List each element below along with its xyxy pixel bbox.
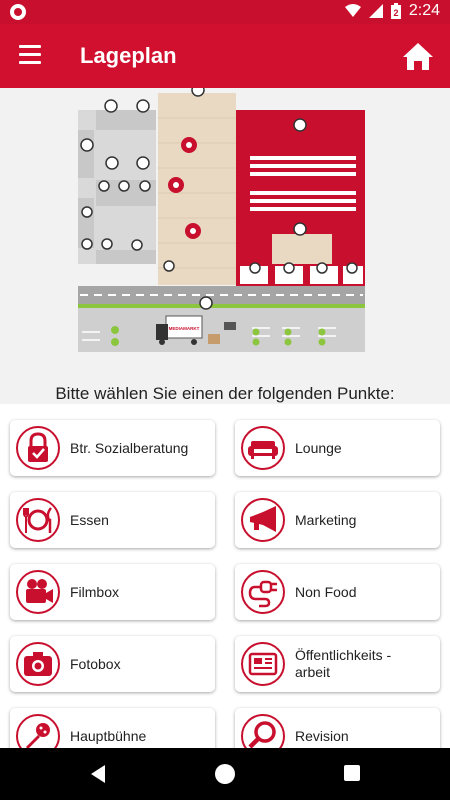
menu-icon[interactable] [19,45,41,65]
wifi-icon [344,4,361,17]
poi-hauptbuehne[interactable]: Hauptbühne [10,708,215,748]
poi-essen[interactable]: Essen [10,492,215,548]
status-bar: 2 2:24 [0,0,450,24]
truck-label: MEDIAMARKT [169,326,200,331]
poi-marketing[interactable]: Marketing [235,492,440,548]
poi-non-food[interactable]: Non Food [235,564,440,620]
poi-filmbox[interactable]: Filmbox [10,564,215,620]
battery-icon: 2 [390,3,401,19]
poi-label: Lounge [295,439,342,456]
poi-label: Marketing [295,511,357,528]
poi-revision[interactable]: Revision [235,708,440,748]
home-icon[interactable] [402,40,434,72]
status-icons: 2 2:24 [344,2,440,20]
poi-label: Hauptbühne [70,727,147,744]
cutlery-icon [16,498,60,542]
magnifier-icon [241,714,285,748]
stage [272,234,332,264]
poi-label: Btr. Sozialberatung [70,439,189,456]
poi-label: Non Food [295,583,357,600]
site-map-drawing: MEDIAMARKT [78,83,365,352]
photo-camera-icon [16,642,60,686]
crate-icon [208,334,220,344]
plug-icon [241,570,285,614]
recording-icon [10,4,26,20]
battery-level: 2 [393,8,398,18]
site-map: MEDIAMARKT [0,83,450,378]
selection-prompt: Bitte wählen Sie einen der folgenden Pun… [55,384,395,403]
newspaper-icon [241,642,285,686]
signal-icon [368,4,383,18]
poi-list: Btr. Sozialberatung Lounge Essen Marketi… [0,404,450,748]
poi-label: Fotobox [70,655,121,672]
app-bar: Lageplan [0,24,450,88]
poi-label: Filmbox [70,583,120,600]
system-nav-bar [0,748,450,800]
camera-icon [16,570,60,614]
lock-icon [16,426,60,470]
megaphone-icon [241,498,285,542]
clock: 2:24 [408,2,440,19]
forklift-icon [224,322,236,330]
back-icon[interactable] [91,765,105,783]
poi-btr-sozialberatung[interactable]: Btr. Sozialberatung [10,420,215,476]
page-title: Lageplan [80,43,177,68]
poi-label: Essen [70,511,109,528]
poi-lounge[interactable]: Lounge [235,420,440,476]
sofa-icon [241,426,285,470]
microphone-icon [16,714,60,748]
poi-oeffentlichkeitsarbeit[interactable]: Öffentlichkeits - arbeit [235,636,440,692]
poi-fotobox[interactable]: Fotobox [10,636,215,692]
poi-label: Öffentlichkeits - arbeit [295,647,392,680]
recents-icon[interactable] [344,765,360,781]
system-home-icon[interactable] [215,764,235,784]
poi-label: Revision [295,727,349,744]
